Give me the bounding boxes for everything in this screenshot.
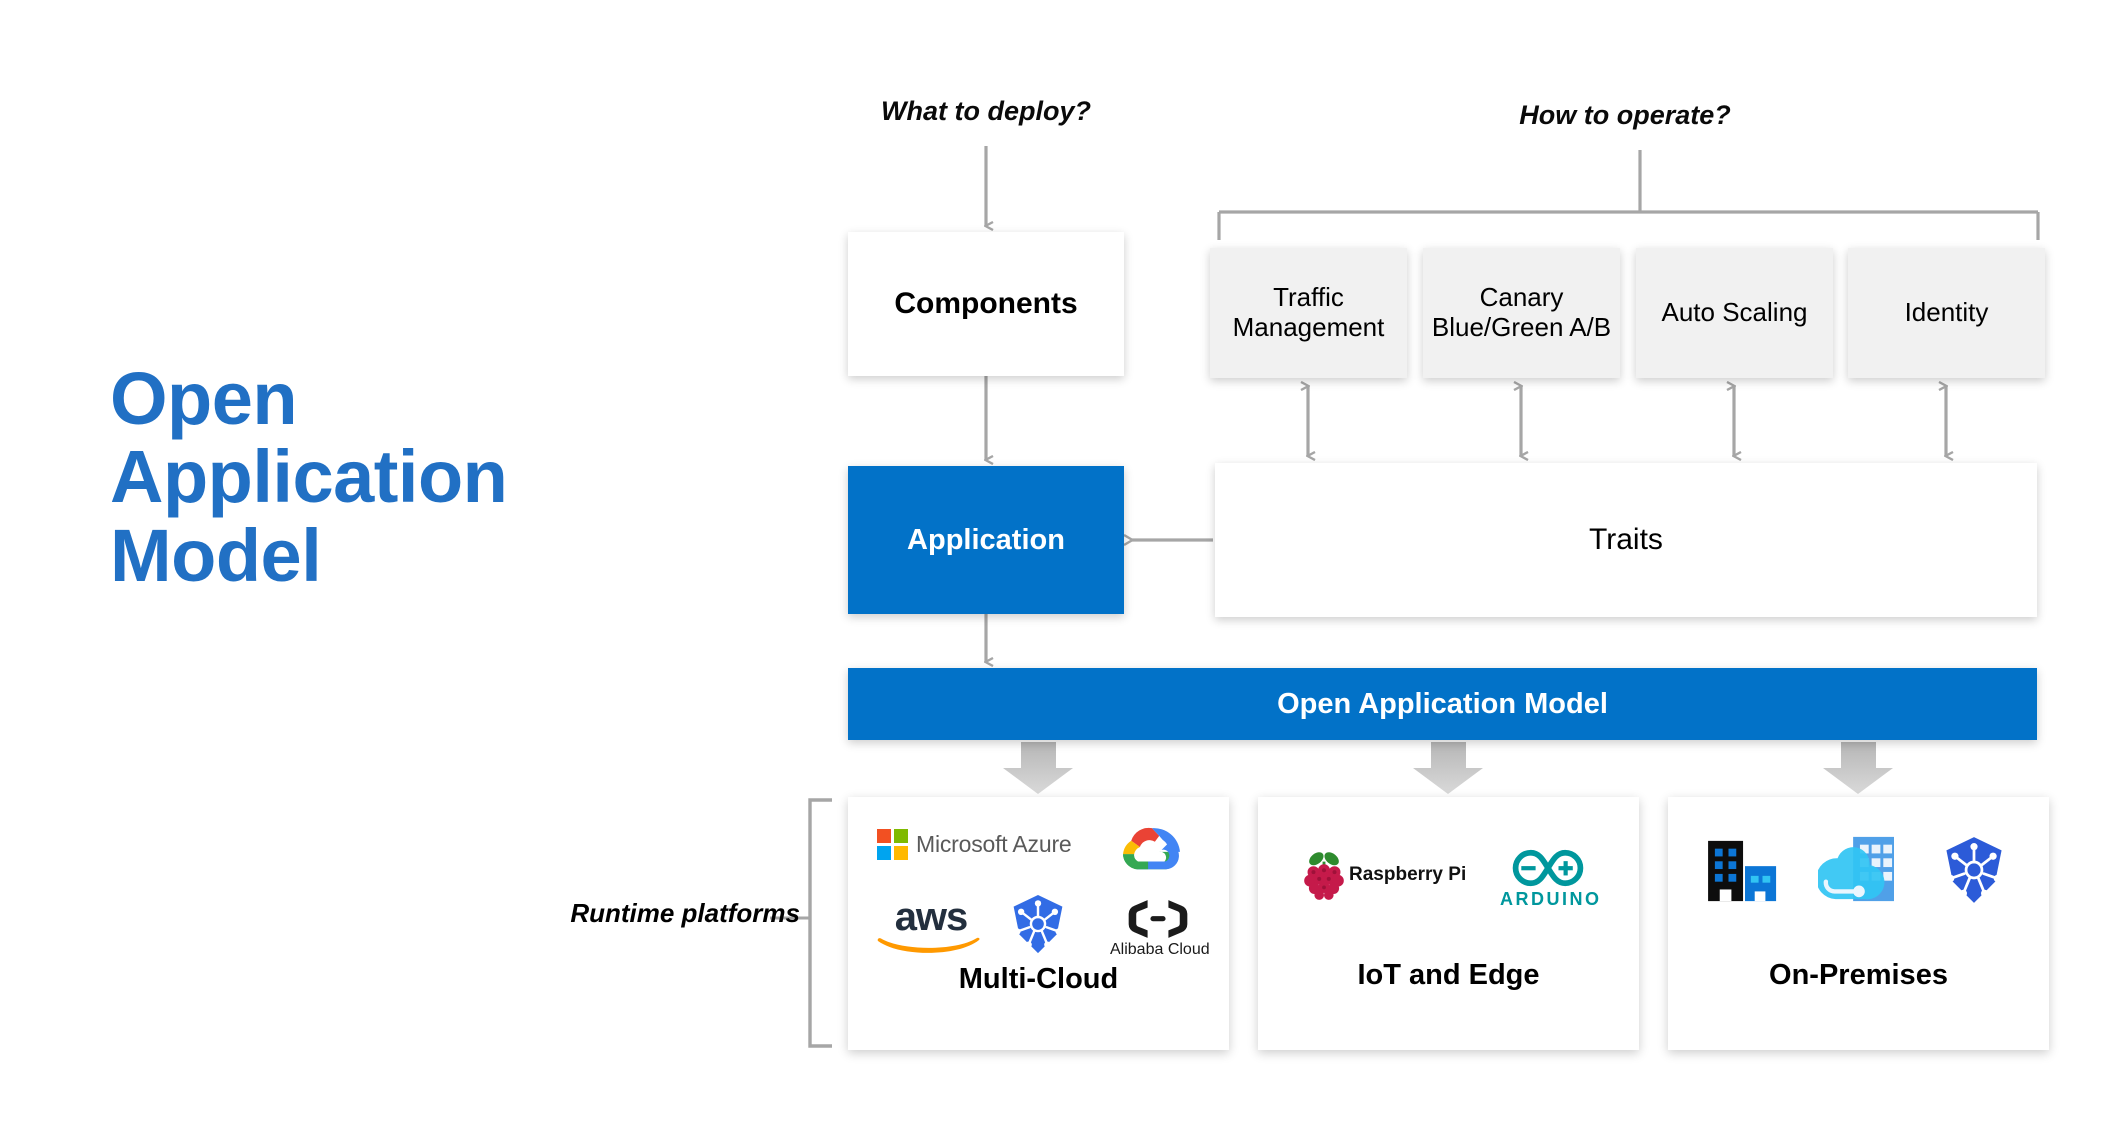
alibaba-bracket-icon [1128,900,1188,938]
microsoft-azure-wordmark: Microsoft Azure [916,831,1072,857]
trait-box-auto-scaling[interactable]: Auto Scaling [1636,248,1833,378]
components-label: Components [894,287,1078,320]
arduino-wordmark: ARDUINO [1500,889,1602,909]
arduino-infinity-icon [1512,849,1584,887]
trait-box-identity[interactable]: Identity [1848,248,2045,378]
traits-label: Traits [1589,523,1663,556]
runtime-platforms-label: Runtime platforms [570,898,800,928]
platform-card-iot-and-edge[interactable]: Raspberry Pi ARDUINO IoT and Edge [1258,797,1639,1050]
alibaba-cloud-wordmark: Alibaba Cloud [1110,941,1210,958]
platform-name-multi-cloud: Multi-Cloud [958,963,1119,995]
platform-name-iot-and-edge: IoT and Edge [1357,959,1540,991]
components-box[interactable]: Components [848,232,1124,376]
page-title-line-2: Application [110,435,508,519]
raspberry-pi-icon [1304,852,1344,900]
open-application-model-banner[interactable]: Open Application Model [848,668,2037,740]
iot-edge-logo-group: Raspberry Pi ARDUINO [1258,797,1639,959]
kubernetes-logo [1940,835,2008,910]
arduino-logo: ARDUINO [1500,847,1602,910]
platform-card-multi-cloud[interactable]: Microsoft Azure aws Alibaba Cloud Multi-… [848,797,1229,1050]
oam-banner-label: Open Application Model [1277,687,1608,720]
raspberry-pi-logo: Raspberry Pi [1302,849,1466,901]
what-to-deploy-label: What to deploy? [881,96,1091,126]
traits-box[interactable]: Traits [1215,463,2037,617]
kubernetes-logo [1008,893,1068,960]
trait-box-canary-blue-green-ab[interactable]: Canary Blue/Green A/B [1423,248,1620,378]
trait-box-traffic-management[interactable]: Traffic Management [1210,248,1407,378]
azure-hybrid-cloud-icon [1816,833,1898,910]
application-label: Application [907,523,1065,556]
page-title: Open Application Model [110,357,580,597]
aws-wordmark: aws [894,895,969,939]
platform-card-on-premises[interactable]: On-Premises [1668,797,2049,1050]
raspberry-pi-wordmark: Raspberry Pi [1349,864,1467,885]
page-title-line-3: Model [110,513,322,597]
microsoft-azure-logo: Microsoft Azure [877,829,1072,860]
alibaba-cloud-logo: Alibaba Cloud [1110,897,1210,959]
microsoft-squares-icon [877,829,908,860]
on-premises-logo-group [1668,797,2049,959]
how-to-operate-label: How to operate? [1519,100,1731,130]
trait-label: Auto Scaling [1661,297,1808,328]
page-title-line-1: Open [110,357,298,440]
aws-logo: aws [876,897,986,957]
multi-cloud-logo-group: Microsoft Azure aws Alibaba Cloud [848,797,1229,963]
trait-label: Canary Blue/Green A/B [1431,282,1612,342]
platform-name-on-premises: On-Premises [1769,959,1948,991]
trait-label: Identity [1904,297,1989,328]
application-box[interactable]: Application [848,466,1124,614]
google-cloud-logo [1120,819,1182,880]
trait-label: Traffic Management [1232,282,1385,342]
datacenter-buildings-icon [1706,837,1784,910]
